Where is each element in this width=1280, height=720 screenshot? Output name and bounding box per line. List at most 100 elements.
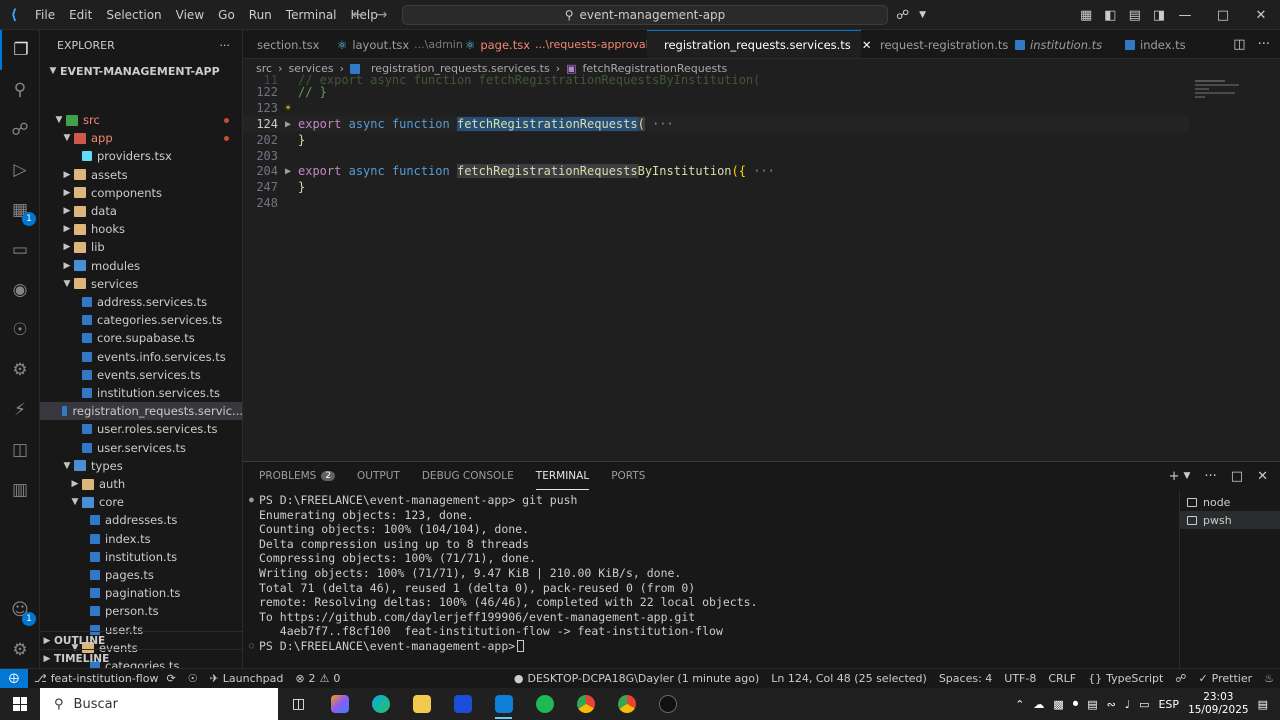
tree-folder[interactable]: ▶ assets bbox=[40, 166, 242, 184]
fold-chevron-icon[interactable]: ▶ bbox=[278, 166, 298, 177]
tree-folder[interactable]: ▼ services bbox=[40, 275, 242, 293]
tree-file[interactable]: index.ts bbox=[40, 530, 242, 548]
tree-file[interactable]: registration_requests.servic... bbox=[40, 402, 242, 421]
menu-run[interactable]: Run bbox=[242, 0, 279, 30]
sync-icon[interactable]: ⟳ bbox=[166, 672, 175, 685]
outline-section[interactable]: ▶ OUTLINE bbox=[40, 631, 242, 649]
taskbar-chrome[interactable] bbox=[565, 688, 606, 720]
maximize-panel-icon[interactable]: □ bbox=[1231, 469, 1243, 484]
encoding[interactable]: UTF-8 bbox=[998, 672, 1042, 685]
terminal-item-node[interactable]: node bbox=[1180, 493, 1280, 511]
tree-file[interactable]: pages.ts bbox=[40, 566, 242, 584]
microphone-icon[interactable]: ⏺ bbox=[1073, 697, 1079, 711]
tree-file[interactable]: events.info.services.ts bbox=[40, 348, 242, 366]
chevron-down-icon[interactable]: ▼ bbox=[919, 10, 926, 20]
code-line[interactable]: 123 ☀ bbox=[243, 100, 1280, 116]
tree-file[interactable]: person.ts bbox=[40, 602, 242, 620]
menu-selection[interactable]: Selection bbox=[99, 0, 168, 30]
menu-edit[interactable]: Edit bbox=[62, 0, 99, 30]
timeline-section[interactable]: ▶ TIMELINE bbox=[40, 649, 242, 667]
more-actions-icon[interactable]: ··· bbox=[1258, 37, 1270, 52]
editor-tab[interactable]: institution.ts bbox=[1003, 30, 1111, 58]
wifi-icon[interactable]: ∾ bbox=[1107, 698, 1116, 711]
editor-tab[interactable]: registration_requests.services.ts ✕ bbox=[647, 30, 871, 58]
editor-tab[interactable]: ⚛ page.tsx ...\requests-approval 2 bbox=[453, 30, 659, 58]
folded-ellipsis[interactable]: ··· bbox=[652, 117, 674, 131]
manage-gear-icon[interactable]: ⚙ bbox=[0, 630, 40, 670]
back-arrow-icon[interactable]: ← bbox=[352, 7, 364, 23]
tree-file[interactable]: pagination.ts bbox=[40, 584, 242, 602]
code-line[interactable]: 248 bbox=[243, 195, 1280, 211]
notifications-icon[interactable]: ▤ bbox=[1258, 698, 1268, 711]
chevron-down-icon[interactable]: ▼ bbox=[1183, 471, 1190, 481]
menu-file[interactable]: File bbox=[28, 0, 62, 30]
code-line-current[interactable]: 124 ▶ export async function fetchRegistr… bbox=[243, 116, 1189, 132]
menu-view[interactable]: View bbox=[169, 0, 211, 30]
menu-terminal[interactable]: Terminal bbox=[279, 0, 344, 30]
battery-icon[interactable]: ▭ bbox=[1139, 698, 1149, 711]
search-view-icon[interactable]: ⚲ bbox=[0, 70, 40, 110]
extensions-icon[interactable]: ▦ 1 bbox=[0, 190, 40, 230]
tree-folder[interactable]: ▶ auth bbox=[40, 475, 242, 493]
taskbar-file-explorer[interactable] bbox=[401, 688, 442, 720]
containers-icon[interactable]: ▥ bbox=[0, 470, 40, 510]
explorer-icon[interactable]: ❐ bbox=[0, 30, 40, 70]
tree-folder[interactable]: ▶ data bbox=[40, 202, 242, 220]
tree-folder[interactable]: ▼ types bbox=[40, 457, 242, 475]
toggle-sidebar-icon[interactable]: ◧ bbox=[1104, 8, 1116, 23]
clock[interactable]: 23:03 15/09/2025 bbox=[1188, 691, 1249, 717]
new-terminal-icon[interactable]: + bbox=[1169, 469, 1180, 484]
taskbar-store[interactable] bbox=[442, 688, 483, 720]
code-line[interactable]: 202 } bbox=[243, 132, 1280, 148]
tree-folder[interactable]: ▼ core bbox=[40, 493, 242, 511]
remote-indicator-icon[interactable]: ⨁ bbox=[0, 668, 28, 689]
branch-status[interactable]: ⎇ feat-institution-flow ⟳ bbox=[28, 672, 182, 685]
editor-tab[interactable]: section.tsx bbox=[243, 30, 323, 58]
fold-chevron-icon[interactable]: ▶ bbox=[278, 119, 298, 130]
project-root[interactable]: ▼ EVENT-MANAGEMENT-APP bbox=[40, 60, 242, 82]
camera-icon[interactable]: ▩ bbox=[1053, 698, 1063, 711]
cursor-position[interactable]: Ln 124, Col 48 (25 selected) bbox=[765, 672, 933, 685]
close-window-icon[interactable]: ✕ bbox=[1242, 0, 1280, 30]
onedrive-icon[interactable]: ☁ bbox=[1033, 698, 1044, 711]
close-panel-icon[interactable]: ✕ bbox=[1257, 469, 1268, 484]
tree-folder[interactable]: ▶ hooks bbox=[40, 220, 242, 238]
lightning-icon[interactable]: ⚡ bbox=[0, 390, 40, 430]
split-editor-icon[interactable]: ◫ bbox=[1233, 37, 1245, 52]
tree-file[interactable]: user.services.ts bbox=[40, 439, 242, 457]
tree-folder[interactable]: ▼ src bbox=[40, 111, 242, 129]
task-view-button[interactable]: ◫ bbox=[278, 688, 319, 720]
terminal-output[interactable]: ● PS D:\FREELANCE\event-management-app> g… bbox=[249, 493, 1164, 663]
tree-folder[interactable]: ▶ modules bbox=[40, 257, 242, 275]
tree-file[interactable]: addresses.ts bbox=[40, 511, 242, 529]
git-blame-status[interactable]: ● DESKTOP-DCPA18G\Dayler (1 minute ago) bbox=[508, 672, 765, 685]
toggle-panel-icon[interactable]: ▤ bbox=[1129, 8, 1141, 23]
tree-file[interactable]: core.supabase.ts bbox=[40, 329, 242, 347]
editor-tab[interactable]: request-registration.ts bbox=[863, 30, 1008, 58]
taskbar-spotify[interactable] bbox=[524, 688, 565, 720]
editor-tab[interactable]: ⚛ layout.tsx ...\admin bbox=[325, 30, 463, 58]
volume-icon[interactable]: ♩ bbox=[1125, 698, 1130, 711]
taskbar-search[interactable]: ⚲ Buscar bbox=[40, 688, 278, 720]
tree-file[interactable]: address.services.ts bbox=[40, 293, 242, 311]
run-debug-icon[interactable]: ▷ bbox=[0, 150, 40, 190]
code-line[interactable]: 122 // } bbox=[243, 84, 1280, 100]
code-line[interactable]: 247 } bbox=[243, 179, 1280, 195]
prettier-status[interactable]: ✓ Prettier bbox=[1192, 672, 1258, 685]
taskbar-vscode[interactable] bbox=[483, 688, 524, 720]
taskbar-copilot[interactable] bbox=[319, 688, 360, 720]
taskbar-chrome-profile[interactable] bbox=[606, 688, 647, 720]
language-mode[interactable]: {} TypeScript bbox=[1082, 672, 1169, 685]
tree-file[interactable]: providers.tsx bbox=[40, 147, 242, 165]
editor-tab[interactable]: index.ts bbox=[1113, 30, 1203, 58]
tree-file[interactable]: categories.services.ts bbox=[40, 311, 242, 329]
panel-tab-terminal[interactable]: TERMINAL bbox=[535, 462, 590, 490]
gitlens-status-icon[interactable]: ☉ bbox=[182, 672, 204, 685]
network-icon[interactable]: ▤ bbox=[1087, 698, 1097, 711]
code-editor[interactable]: 11 // export async function fetchRegistr… bbox=[243, 73, 1280, 461]
maximize-icon[interactable]: □ bbox=[1204, 0, 1242, 30]
notifications-bell-icon[interactable]: ♨ bbox=[1258, 672, 1280, 685]
github-icon[interactable]: ◉ bbox=[0, 270, 40, 310]
start-button[interactable] bbox=[0, 688, 40, 720]
lightbulb-icon[interactable]: ☀ bbox=[285, 103, 291, 114]
